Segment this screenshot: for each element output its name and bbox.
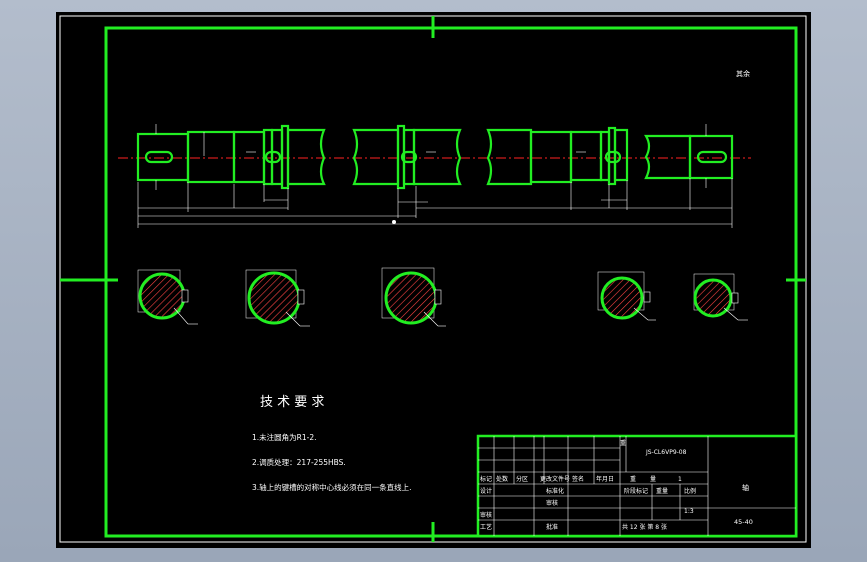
dimension-dot [392,220,396,224]
tb-scale: 1:3 [684,508,694,515]
shaft-main-view [136,124,734,190]
shaft-drawing: 其余 技 术 要 求 1.未注圆角为R1-2. 2.调质处理：217-255HB… [59,15,807,543]
section-b [245,269,310,327]
tb-char-1: 重 [620,439,626,447]
tb-weight-head: 重 [630,475,636,483]
dimension-lines [137,124,733,228]
scale-note: 其余 [736,69,750,78]
tb-weight-label: 重量 [656,487,668,495]
tech-req-3: 3.轴上的键槽的对称中心线必须在同一条直线上. [252,482,412,492]
tb-label-date: 年月日 [596,475,614,483]
tb-sheets: 共 12 张 第 8 张 [622,523,667,531]
section-e [693,273,748,321]
drawing-paper: 其余 技 术 要 求 1.未注圆角为R1-2. 2.调质处理：217-255HB… [56,12,811,548]
tb-label-change: 更改文件号 [540,475,570,483]
section-a [137,269,198,325]
tb-part-name: 轴 [742,483,749,492]
tb-note: 1 [678,476,682,483]
tb-weight-head2: 量 [650,476,656,483]
section-c [381,267,446,327]
tech-req-title: 技 术 要 求 [260,395,324,410]
tb-label-mark: 标记 [480,475,492,483]
tb-label-approve: 批准 [546,523,558,531]
tech-req-1: 1.未注圆角为R1-2. [252,432,317,442]
tb-label-sign: 签名 [572,475,584,483]
tb-material: 45-40 [734,518,753,526]
tb-label-count: 处数 [496,475,508,483]
tb-label-design: 设计 [480,487,492,495]
tb-stage-label: 阶段标记 [624,487,648,495]
cad-viewport[interactable]: 其余 技 术 要 求 1.未注圆角为R1-2. 2.调质处理：217-255HB… [0,0,867,562]
tb-label-zone: 分区 [516,475,528,483]
section-d [597,271,656,321]
tb-label-review: 审核 [480,511,492,519]
tb-doc-number: JS-CL6VP9-08 [645,449,687,456]
tb-ratio-label: 比例 [684,487,696,495]
title-block: 标记 处数 分区 更改文件号 签名 年月日 设计 审核 工艺 标准化 审核 批准… [476,434,798,538]
tb-label-process: 工艺 [480,523,492,531]
tb-label-standard: 标准化 [546,487,564,495]
tech-req-2: 2.调质处理：217-255HBS. [252,457,346,467]
tb-label-check: 审核 [546,499,558,507]
